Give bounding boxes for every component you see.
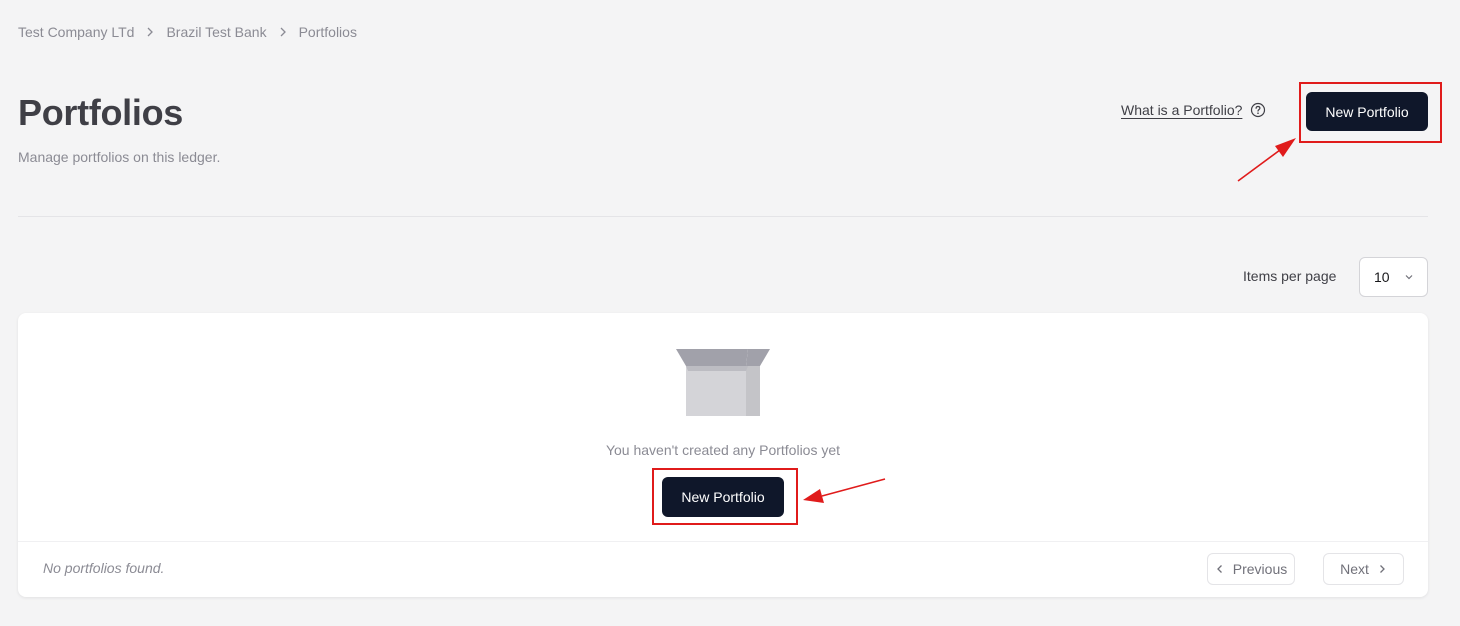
new-portfolio-button[interactable]: New Portfolio xyxy=(1306,92,1428,131)
portfolios-table-card: You haven't created any Portfolios yet N… xyxy=(18,313,1428,597)
empty-state-new-portfolio-button[interactable]: New Portfolio xyxy=(662,477,784,517)
card-footer-divider xyxy=(18,541,1428,542)
items-per-page-value: 10 xyxy=(1374,269,1390,285)
page-title: Portfolios xyxy=(18,92,183,133)
chevron-right-icon xyxy=(144,27,156,37)
page-subtitle: Manage portfolios on this ledger. xyxy=(18,149,221,165)
empty-state-message: You haven't created any Portfolios yet xyxy=(605,442,841,458)
previous-page-button[interactable]: Previous xyxy=(1207,553,1295,585)
chevron-right-icon xyxy=(277,27,289,37)
what-is-portfolio-link[interactable]: What is a Portfolio? xyxy=(1121,102,1266,118)
question-circle-icon xyxy=(1250,102,1266,118)
items-per-page-select[interactable]: 10 xyxy=(1359,257,1428,297)
annotation-arrow-1 xyxy=(1237,138,1296,182)
items-per-page-label: Items per page xyxy=(1243,268,1337,284)
breadcrumb: Test Company LTd Brazil Test Bank Portfo… xyxy=(18,24,357,40)
chevron-left-icon xyxy=(1215,564,1225,574)
chevron-right-icon xyxy=(1377,564,1387,574)
next-label: Next xyxy=(1340,561,1369,577)
next-page-button[interactable]: Next xyxy=(1323,553,1404,585)
breadcrumb-item-company[interactable]: Test Company LTd xyxy=(18,24,134,40)
header-divider xyxy=(18,216,1428,217)
breadcrumb-item-ledger[interactable]: Brazil Test Bank xyxy=(166,24,266,40)
breadcrumb-item-portfolios[interactable]: Portfolios xyxy=(299,24,357,40)
no-results-text: No portfolios found. xyxy=(43,560,165,576)
previous-label: Previous xyxy=(1232,561,1288,577)
chevron-down-icon xyxy=(1403,271,1415,283)
empty-box-icon xyxy=(676,349,772,419)
help-link-label: What is a Portfolio? xyxy=(1121,102,1243,118)
portfolios-page: Test Company LTd Brazil Test Bank Portfo… xyxy=(0,0,1460,626)
